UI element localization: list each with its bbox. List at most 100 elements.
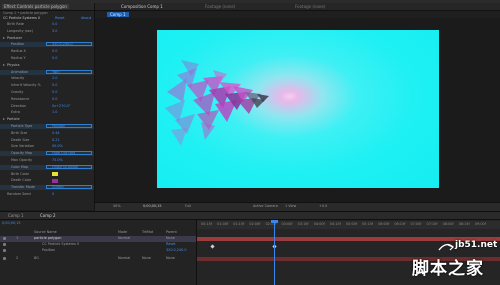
property-label: Radius X	[11, 49, 26, 54]
property-value[interactable]: 2.0	[52, 76, 57, 81]
property-label: Max Opacity	[11, 158, 33, 162]
effect-property-row[interactable]: Transfer Mode Screen	[0, 185, 94, 191]
effect-property-row[interactable]: Physics	[0, 63, 94, 68]
viewer-timecode[interactable]: 0;00;00;15	[143, 204, 162, 209]
ruler-tick-label: 01:00f	[217, 222, 229, 226]
composition-tab[interactable]: Composition Comp 1	[121, 4, 163, 10]
effect-name[interactable]: CC Particle Systems II	[3, 16, 40, 20]
effect-controls-tab[interactable]: Effect Controls particle polygon	[2, 4, 69, 9]
property-value[interactable]: 0.0	[52, 90, 57, 95]
effect-property-row[interactable]: Death Size 0.21	[0, 138, 94, 143]
property-value[interactable]: Twirl	[52, 70, 60, 75]
effect-property-row[interactable]: Birth Color	[0, 172, 94, 177]
effect-property-row[interactable]: Animation Twirl	[0, 69, 94, 75]
twirl-arrow-icon[interactable]	[3, 63, 5, 66]
effect-property-row[interactable]: Random Seed 0	[0, 192, 94, 197]
layer-row[interactable]: 2 BG Normal None None	[0, 256, 196, 262]
effect-property-row[interactable]: Color Map Origin to Death	[0, 164, 94, 170]
layer-trkmat[interactable]: None	[142, 256, 151, 261]
effect-property-row[interactable]: Death Color	[0, 178, 94, 183]
ruler-tick-label: 06:15f	[394, 222, 406, 226]
layer-name[interactable]: CC Particle Systems II	[42, 242, 79, 247]
effect-property-row[interactable]: Gravity 0.0	[0, 90, 94, 95]
viewer-toolbar: 50% 0;00;00;15 Full Active Camera 1 View…	[95, 202, 500, 211]
layer-name[interactable]: particle polygon	[34, 236, 61, 241]
about-link[interactable]: About	[81, 16, 91, 21]
layer-parent[interactable]: None	[166, 236, 175, 241]
current-time-indicator-head[interactable]	[271, 220, 278, 223]
layer-row[interactable]: Position 320.0,240.0	[0, 248, 196, 254]
twirl-arrow-icon[interactable]	[3, 118, 5, 121]
property-value[interactable]: Polygon	[52, 124, 65, 129]
effect-property-row[interactable]: Size Variation 50.0%	[0, 144, 94, 149]
effect-property-row[interactable]: Velocity 2.0	[0, 76, 94, 81]
timeline-tab-bar: Comp 1 Comp 2	[0, 212, 500, 220]
property-value[interactable]: Screen	[52, 185, 64, 190]
property-value[interactable]: 3.0	[52, 29, 57, 34]
effect-property-row[interactable]: Particle	[0, 117, 94, 122]
layer-parent[interactable]: None	[166, 256, 175, 261]
position-keyframe-1[interactable]	[210, 244, 215, 249]
effect-property-row[interactable]: Position 320.0,240.0	[0, 42, 94, 48]
property-value[interactable]: 0	[52, 192, 54, 197]
property-value[interactable]: 0.21	[52, 138, 60, 143]
zoom-dropdown[interactable]: 50%	[113, 204, 121, 209]
property-label: Color Map	[11, 164, 29, 169]
layer-tab[interactable]: Footage (none)	[295, 4, 325, 10]
effect-property-row[interactable]: Radius X 0.0	[0, 49, 94, 54]
color-swatch[interactable]	[52, 178, 58, 183]
effect-property-row[interactable]: Extra 1.0	[0, 110, 94, 115]
timeline-tab-comp2[interactable]: Comp 2	[40, 213, 56, 219]
effect-property-row[interactable]: Inherit Velocity % 0.0	[0, 83, 94, 88]
property-value[interactable]: 0.0	[52, 56, 57, 61]
effect-property-row[interactable]: Birth Rate 5.0	[0, 22, 94, 27]
composition-canvas[interactable]	[157, 30, 439, 188]
effect-property-row[interactable]: Longevity (sec) 3.0	[0, 29, 94, 34]
view-layout-dropdown[interactable]: 1 View	[285, 204, 296, 209]
property-value[interactable]: 50.0%	[52, 144, 63, 149]
camera-dropdown[interactable]: Active Camera	[253, 204, 278, 209]
effect-property-row[interactable]: Birth Size 0.44	[0, 131, 94, 136]
property-value[interactable]: 1.0	[52, 110, 57, 115]
reset-link[interactable]: Reset	[55, 16, 64, 21]
eye-icon[interactable]	[3, 249, 6, 252]
layer-number[interactable]: 1	[16, 236, 18, 241]
effect-property-row[interactable]: Max Opacity 75.0%	[0, 158, 94, 163]
layer-name[interactable]: BG	[34, 256, 39, 261]
comp-navigator-tab[interactable]: Comp 1	[107, 12, 129, 17]
layer-mode[interactable]: Normal	[118, 236, 130, 241]
eye-icon[interactable]	[3, 237, 6, 240]
eye-icon[interactable]	[3, 257, 6, 260]
time-ruler[interactable]: 00:15f 01:00f 01:15f 02:00f 02:15f 03:00f 03:1…	[197, 221, 500, 229]
timeline-timecode[interactable]: 0;00;00;15	[2, 221, 21, 226]
resolution-dropdown[interactable]: Full	[185, 204, 191, 209]
timeline-tab-comp1[interactable]: Comp 1	[8, 213, 24, 219]
effect-property-row[interactable]: Producer	[0, 36, 94, 41]
layer-name[interactable]: Position	[42, 248, 55, 253]
layer-mode[interactable]: Normal	[118, 256, 130, 261]
property-value[interactable]: 0.0	[52, 49, 57, 54]
color-swatch[interactable]	[52, 172, 58, 177]
property-value[interactable]: 0.0	[52, 83, 57, 88]
layer-parent[interactable]: 320.0,240.0	[166, 248, 187, 253]
footage-tab[interactable]: Footage (none)	[205, 4, 235, 10]
layer-number[interactable]: 2	[16, 256, 18, 261]
property-value[interactable]: 0.44	[52, 131, 60, 136]
eye-icon[interactable]	[3, 243, 6, 246]
property-value[interactable]: 0.0	[52, 97, 57, 102]
effect-property-row[interactable]: Direction 0x+270.0°	[0, 104, 94, 109]
effect-property-row[interactable]: Opacity Map Fade Out Fast	[0, 151, 94, 157]
property-value[interactable]: 5.0	[52, 22, 57, 27]
effect-property-row[interactable]: Resistance 0.0	[0, 97, 94, 102]
layer-parent[interactable]: Reset	[166, 242, 175, 247]
property-value[interactable]: Origin to Death	[52, 165, 78, 170]
property-value[interactable]: 0x+270.0°	[52, 104, 70, 109]
effect-property-row[interactable]: Particle Type Polygon	[0, 124, 94, 129]
twirl-arrow-icon[interactable]	[3, 36, 5, 39]
property-value[interactable]: 320.0,240.0	[52, 42, 73, 47]
property-value[interactable]: 75.0%	[52, 158, 63, 163]
effect-property-row[interactable]: Radius Y 0.0	[0, 56, 94, 61]
property-value[interactable]: Fade Out Fast	[52, 151, 75, 156]
current-time-indicator[interactable]	[274, 220, 275, 285]
exposure-value[interactable]: +0.0	[319, 204, 327, 209]
